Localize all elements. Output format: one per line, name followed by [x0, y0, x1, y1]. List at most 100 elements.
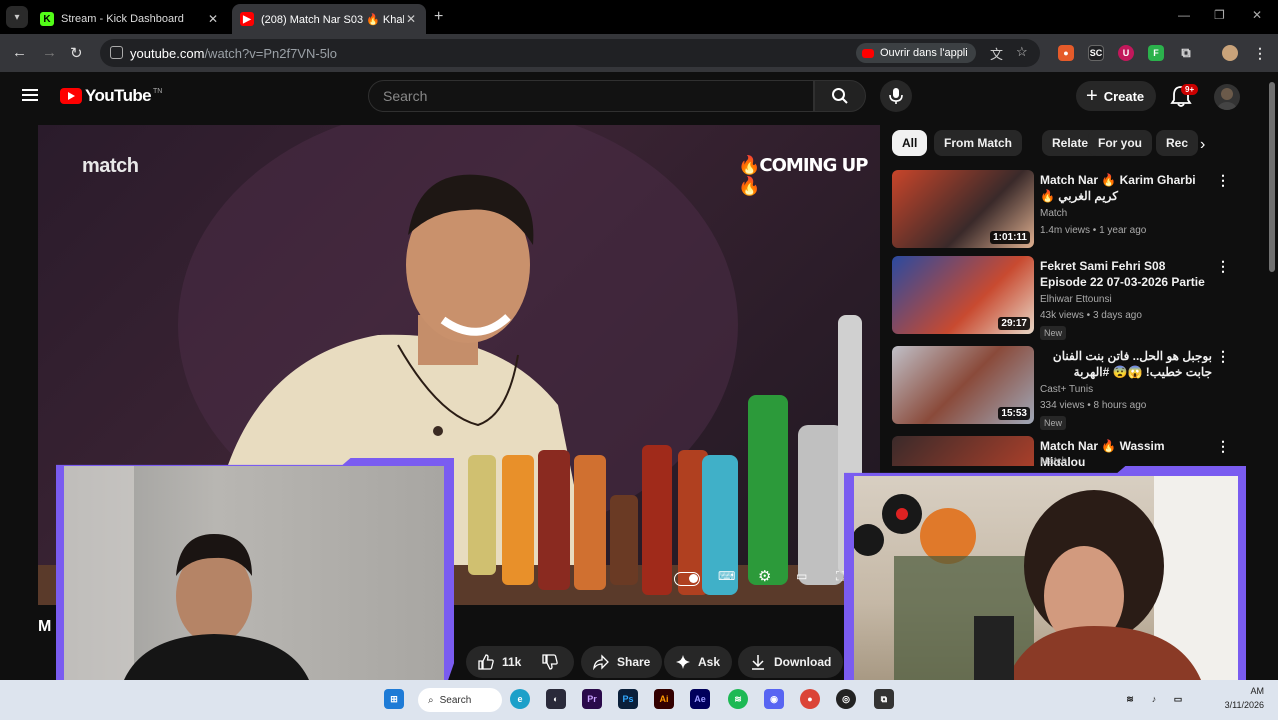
- video-title[interactable]: بوجبل هو الحل.. فاتن بنت الفنان جابت خطي…: [1040, 348, 1212, 380]
- youtube-header: YouTube TN + Create: [0, 72, 1278, 122]
- more-options-icon[interactable]: ⋮: [1216, 348, 1230, 365]
- channel-name[interactable]: Cast+ Tunis: [1040, 384, 1093, 395]
- menu-icon[interactable]: [22, 89, 38, 101]
- obs-icon[interactable]: ◎: [836, 689, 856, 709]
- download-button[interactable]: Download: [738, 646, 844, 678]
- spotify-icon[interactable]: ≋: [728, 689, 748, 709]
- scrollbar-thumb[interactable]: [1269, 82, 1275, 272]
- premiere-icon[interactable]: Pr: [582, 689, 602, 709]
- taskbar-clock[interactable]: AM 3/11/2026: [1212, 684, 1264, 712]
- video-thumbnail[interactable]: 1:01:11: [892, 170, 1034, 248]
- after-effects-icon[interactable]: Ae: [690, 689, 710, 709]
- forward-icon[interactable]: →: [42, 44, 57, 61]
- close-tab-icon[interactable]: ✕: [206, 12, 220, 26]
- search-icon: [832, 88, 848, 104]
- url-text[interactable]: youtube.com/watch?v=Pn2f7VN-5lo: [130, 46, 337, 61]
- battery-icon[interactable]: ▭: [1168, 689, 1188, 709]
- extensions-puzzle-icon[interactable]: ⧉: [1178, 45, 1194, 61]
- flame-icon: 🔥: [738, 155, 760, 176]
- windows-start-icon[interactable]: ⊞: [384, 689, 404, 709]
- discord-icon[interactable]: ◉: [764, 689, 784, 709]
- create-button[interactable]: + Create: [1076, 81, 1157, 111]
- video-meta: 1.4m views • 1 year ago: [1040, 225, 1147, 236]
- settings-gear-icon[interactable]: ⚙: [758, 567, 771, 585]
- share-button[interactable]: Share: [581, 646, 663, 678]
- plus-icon: +: [1086, 84, 1098, 107]
- restore-icon[interactable]: ❐: [1214, 8, 1225, 22]
- fullscreen-icon[interactable]: ⛶: [836, 569, 844, 584]
- video-title[interactable]: Fekret Sami Fehri S08 Episode 22 07-03-2…: [1040, 258, 1212, 290]
- recommended-video[interactable]: Match Nar 🔥 Wassim Migalou Match ⋮: [892, 436, 1242, 466]
- flame-icon: 🔥: [738, 176, 760, 197]
- video-title[interactable]: Match Nar 🔥 Karim Gharbi 🔥 كريم الغربي: [1040, 172, 1212, 204]
- video-thumbnail[interactable]: 29:17: [892, 256, 1034, 334]
- more-options-icon[interactable]: ⋮: [1216, 172, 1230, 189]
- share-label: Share: [617, 655, 651, 669]
- translate-icon[interactable]: 文: [990, 44, 1003, 63]
- clock-time: AM: [1250, 686, 1265, 696]
- video-duration: 29:17: [998, 317, 1030, 330]
- dislike-button[interactable]: [530, 646, 570, 678]
- recommended-video[interactable]: 15:53 بوجبل هو الحل.. فاتن بنت الفنان جا…: [892, 346, 1242, 430]
- close-window-icon[interactable]: ✕: [1252, 8, 1262, 22]
- subtitles-icon[interactable]: ⌨: [718, 569, 735, 583]
- taskbar-search[interactable]: ⌕ Search: [418, 688, 502, 712]
- edge-icon[interactable]: e: [510, 689, 530, 709]
- extension-u-icon[interactable]: U: [1118, 45, 1134, 61]
- illustrator-icon[interactable]: Ai: [654, 689, 674, 709]
- open-in-app-button[interactable]: Ouvrir dans l'appli: [856, 43, 976, 63]
- volume-icon[interactable]: ♪: [1144, 689, 1164, 709]
- minimize-icon[interactable]: —: [1178, 8, 1190, 22]
- video-thumbnail[interactable]: [892, 436, 1034, 466]
- chip-recent[interactable]: Rec: [1156, 130, 1199, 156]
- tab-youtube-video[interactable]: ▶ (208) Match Nar S03 🔥 Khalil ✕: [232, 4, 426, 34]
- chip-from-match[interactable]: From Match: [934, 130, 1023, 156]
- tab-search-icon[interactable]: ▾: [6, 6, 28, 28]
- chip-for-you[interactable]: For you: [1088, 130, 1152, 156]
- bookmark-star-icon[interactable]: ☆: [1016, 44, 1028, 60]
- page-scrollbar[interactable]: [1266, 74, 1278, 680]
- ask-button[interactable]: Ask: [664, 646, 733, 678]
- search-button[interactable]: [814, 80, 866, 112]
- autoplay-toggle[interactable]: [674, 572, 700, 586]
- davinci-icon[interactable]: ◐: [546, 689, 566, 709]
- webcam-streamer-left: [64, 466, 444, 680]
- wifi-icon[interactable]: ≋: [1120, 689, 1140, 709]
- like-button[interactable]: 11k: [466, 646, 533, 678]
- account-avatar[interactable]: [1214, 84, 1240, 110]
- chip-all[interactable]: All: [892, 130, 928, 156]
- extension-f-icon[interactable]: F: [1148, 45, 1164, 61]
- voice-search-button[interactable]: [880, 80, 912, 112]
- photoshop-icon[interactable]: Ps: [618, 689, 638, 709]
- tab-kick-dashboard[interactable]: K Stream - Kick Dashboard ✕: [32, 4, 228, 34]
- youtube-logo[interactable]: YouTube TN: [60, 86, 162, 106]
- coming-up-text: COMING UP: [759, 155, 868, 176]
- extension-sc-icon[interactable]: SC: [1088, 45, 1104, 61]
- new-badge: New: [1040, 416, 1067, 430]
- more-options-icon[interactable]: ⋮: [1216, 258, 1230, 275]
- video-thumbnail[interactable]: 15:53: [892, 346, 1034, 424]
- back-icon[interactable]: ←: [12, 44, 27, 61]
- sparkle-icon: [676, 655, 690, 669]
- reload-icon[interactable]: ↻: [70, 44, 83, 62]
- recommended-video[interactable]: 1:01:11 Match Nar 🔥 Karim Gharbi 🔥 كريم …: [892, 170, 1242, 250]
- site-info-icon[interactable]: [110, 46, 123, 59]
- chrome-icon[interactable]: ●: [800, 689, 820, 709]
- recommended-video[interactable]: 29:17 Fekret Sami Fehri S08 Episode 22 0…: [892, 256, 1242, 340]
- address-bar[interactable]: youtube.com/watch?v=Pn2f7VN-5lo Ouvrir d…: [100, 39, 1040, 67]
- chevron-right-icon[interactable]: ›: [1200, 136, 1205, 154]
- related-chips: All From Match Related For you Rec: [892, 130, 1222, 158]
- channel-name[interactable]: Match: [1040, 208, 1067, 219]
- miniplayer-icon[interactable]: ▭: [796, 569, 807, 583]
- channel-name[interactable]: Match: [1040, 456, 1067, 466]
- app-icon[interactable]: ⧉: [874, 689, 894, 709]
- search-input[interactable]: [383, 81, 803, 111]
- more-options-icon[interactable]: ⋮: [1216, 438, 1230, 455]
- browser-menu-icon[interactable]: ⋮: [1252, 45, 1268, 61]
- video-title-partial: M: [38, 618, 52, 635]
- new-tab-button[interactable]: +: [434, 8, 443, 26]
- channel-name[interactable]: Elhiwar Ettounsi: [1040, 294, 1112, 305]
- profile-avatar-icon[interactable]: [1222, 45, 1238, 61]
- extension-fox-icon[interactable]: ●: [1058, 45, 1074, 61]
- close-tab-icon[interactable]: ✕: [404, 12, 418, 26]
